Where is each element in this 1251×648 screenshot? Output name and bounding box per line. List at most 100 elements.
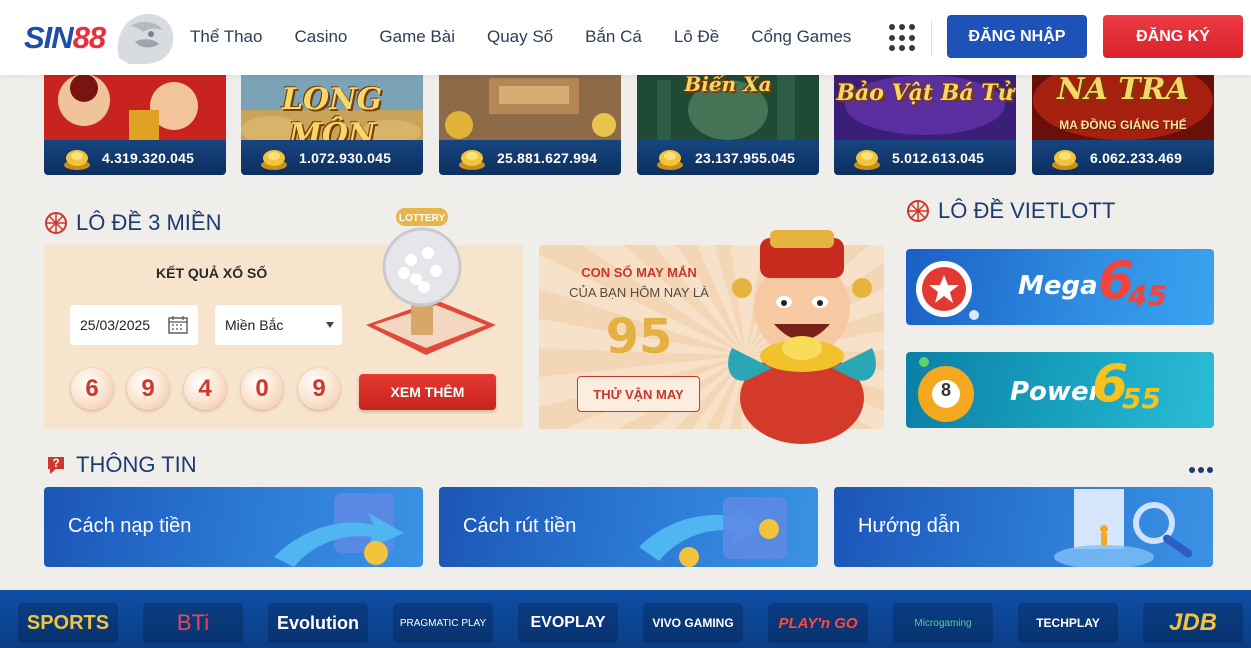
view-more-button[interactable]: XEM THÊM	[359, 374, 496, 410]
lucky-title: CON SỐ MAY MẮN	[581, 265, 697, 280]
region-value: Miền Bắc	[225, 317, 284, 333]
provider-logo[interactable]: VIVO GAMING	[643, 603, 743, 643]
nav-item-lottery-draw[interactable]: Quay Số	[487, 27, 553, 47]
provider-logo[interactable]: TECHPLAY	[1018, 603, 1118, 643]
top-header: SIN88 Thể Thao Casino Game Bài Quay Số B…	[0, 0, 1251, 75]
gold-coins-icon	[261, 150, 287, 170]
jackpot-bar: 1.072.930.045	[241, 140, 423, 175]
login-button[interactable]: ĐĂNG NHẬP	[947, 15, 1087, 58]
game-card[interactable]: NA TRA MA ĐỒNG GIÁNG THẾ 6.062.233.469	[1032, 70, 1214, 175]
game-subtitle: MA ĐỒNG GIÁNG THẾ	[1059, 118, 1187, 132]
logo-wordmark: SIN88	[24, 20, 106, 55]
caret-down-icon	[326, 322, 334, 328]
main-nav: Thể Thao Casino Game Bài Quay Số Bắn Cá …	[190, 27, 883, 47]
provider-logo[interactable]: SPORTS	[18, 603, 118, 643]
game-art-treasure	[439, 70, 621, 140]
jackpot-amount: 5.012.613.045	[892, 150, 985, 166]
game-title: NA TRA	[1057, 72, 1189, 107]
nav-item-sports[interactable]: Thể Thao	[190, 27, 262, 47]
mega-label: Mega	[1018, 271, 1098, 301]
lottery-tag: LOTTERY	[399, 213, 446, 224]
section-vietlott-heading: LÔ ĐỀ VIETLOTT	[906, 198, 1115, 224]
calendar-icon[interactable]	[168, 316, 188, 334]
nav-item-casino[interactable]: Casino	[294, 27, 347, 47]
star-ball-icon	[916, 261, 979, 320]
magnifier-guide-icon	[1054, 489, 1193, 567]
game-card[interactable]: Bảo Vật Bá Tử 5.012.613.045	[834, 70, 1016, 175]
card-label: Cách rút tiền	[463, 515, 577, 537]
question-bubble-icon: ?	[48, 456, 64, 474]
nav-item-lode[interactable]: Lô Đề	[674, 27, 719, 47]
provider-logo[interactable]: Microgaming	[893, 603, 993, 643]
game-art-fortune	[44, 70, 226, 140]
jackpot-bar: 6.062.233.469	[1032, 140, 1214, 175]
gold-coins-icon	[657, 150, 683, 170]
section-title: LÔ ĐỀ VIETLOTT	[938, 198, 1116, 223]
section-title: LÔ ĐỀ 3 MIỀN	[76, 210, 222, 235]
jackpot-amount: 25.881.627.994	[497, 150, 598, 166]
mega-645-card[interactable]: Mega 6 45	[906, 249, 1214, 325]
game-card[interactable]: 25.881.627.994	[439, 70, 621, 175]
jackpot-bar: 5.012.613.045	[834, 140, 1016, 175]
jackpot-bar: 4.319.320.045	[44, 140, 226, 175]
game-card[interactable]: LONG MÔN 1.072.930.045	[241, 70, 423, 175]
power-label: Power	[1010, 377, 1102, 407]
provider-logo[interactable]: BTi	[143, 603, 243, 643]
provider-logo[interactable]: JDB	[1143, 603, 1243, 643]
result-title: KẾT QUẢ XỔ SỐ	[156, 265, 268, 281]
withdraw-guide-card[interactable]: Cách rút tiền	[439, 487, 818, 567]
wallet-in-icon	[274, 493, 404, 567]
gold-coins-icon	[854, 150, 880, 170]
god-of-wealth-icon	[728, 230, 876, 444]
provider-logo[interactable]: PRAGMATIC PLAY	[393, 603, 493, 643]
lucky-number: 95	[605, 309, 673, 365]
lottery-wheel-icon	[45, 212, 67, 234]
nav-item-fishing[interactable]: Bắn Cá	[585, 27, 642, 47]
register-button[interactable]: ĐĂNG KÝ	[1103, 15, 1243, 58]
section-info-heading: ? THÔNG TIN	[44, 452, 197, 478]
power-655-card[interactable]: 8 Power 6 55	[906, 352, 1214, 428]
result-ball: 9	[298, 368, 340, 410]
result-ball: 4	[184, 368, 226, 410]
result-ball: 6	[71, 368, 113, 410]
jackpot-amount: 4.319.320.045	[102, 150, 195, 166]
svg-text:?: ?	[52, 456, 59, 470]
more-options-icon[interactable]	[1189, 467, 1216, 473]
nav-item-card-games[interactable]: Game Bài	[379, 27, 455, 47]
nav-item-game-portal[interactable]: Cổng Games	[751, 27, 851, 47]
section-lode-heading: LÔ ĐỀ 3 MIỀN	[44, 210, 221, 236]
jackpot-amount: 1.072.930.045	[299, 150, 392, 166]
provider-logo[interactable]: PLAY'n GO	[768, 603, 868, 643]
game-title: Biển Xa	[684, 72, 772, 96]
game-card[interactable]: 4.319.320.045	[44, 70, 226, 175]
lottery-wheel-icon	[907, 200, 929, 222]
site-logo[interactable]: SIN88	[24, 8, 179, 68]
wallet-out-icon	[639, 497, 787, 567]
date-field[interactable]: 25/03/2025	[70, 305, 198, 345]
provider-logo[interactable]: EVOPLAY	[518, 603, 618, 643]
ball-number: 8	[940, 380, 951, 400]
result-ball: 9	[127, 368, 169, 410]
provider-logo[interactable]: Evolution	[268, 603, 368, 643]
jackpot-bar: 23.137.955.045	[637, 140, 819, 175]
date-value: 25/03/2025	[80, 317, 151, 333]
header-divider	[931, 20, 932, 56]
lion-logo-icon	[117, 13, 174, 65]
game-card[interactable]: Biển Xa 23.137.955.045	[637, 70, 819, 175]
guide-card[interactable]: Hướng dẫn	[834, 487, 1213, 567]
lucky-subtitle: CỦA BẠN HÔM NAY LÀ	[569, 285, 709, 300]
deposit-guide-card[interactable]: Cách nạp tiền	[44, 487, 423, 567]
gold-coins-icon	[64, 150, 90, 170]
provider-strip: SPORTS BTi Evolution PRAGMATIC PLAY EVOP…	[0, 590, 1251, 648]
power-55: 55	[1122, 382, 1161, 415]
region-select[interactable]: Miền Bắc	[215, 305, 342, 345]
game-title: Bảo Vật Bá Tử	[836, 80, 1014, 106]
jackpot-bar: 25.881.627.994	[439, 140, 621, 175]
jackpot-amount: 6.062.233.469	[1090, 150, 1183, 166]
gold-coins-icon	[1052, 150, 1078, 170]
try-luck-button[interactable]: THỬ VẬN MAY	[577, 376, 700, 412]
apps-grid-icon[interactable]	[889, 24, 917, 52]
card-label: Cách nạp tiền	[68, 515, 192, 537]
section-title: THÔNG TIN	[76, 452, 197, 477]
card-label: Hướng dẫn	[858, 515, 961, 537]
